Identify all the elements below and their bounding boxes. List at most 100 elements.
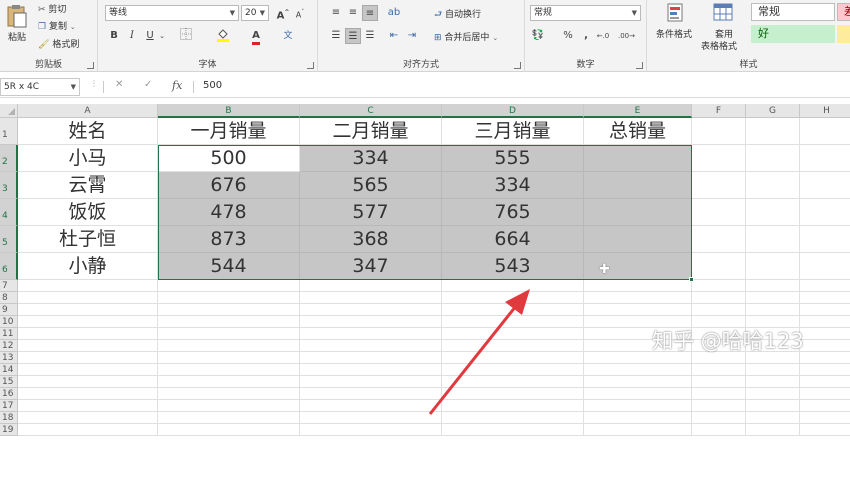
column-header-b[interactable]: B [158, 104, 300, 118]
cell-f1[interactable] [692, 118, 746, 145]
style-bad[interactable]: 差 [837, 3, 850, 21]
cell-b18[interactable] [158, 412, 300, 424]
cell-d19[interactable] [442, 424, 584, 436]
cell-h8[interactable] [800, 292, 850, 304]
cell-e5[interactable] [584, 226, 692, 253]
cell-h5[interactable] [800, 226, 850, 253]
column-header-a[interactable]: A [18, 104, 158, 118]
cell-h15[interactable] [800, 376, 850, 388]
cell-a2[interactable]: 小马 [18, 145, 158, 172]
cell-a12[interactable] [18, 340, 158, 352]
merge-center-button[interactable]: ⊞ 合并后居中 ⌄ [434, 30, 498, 43]
cell-b16[interactable] [158, 388, 300, 400]
cell-c16[interactable] [300, 388, 442, 400]
align-middle-button[interactable]: ≡ [345, 5, 361, 21]
cell-a14[interactable] [18, 364, 158, 376]
cell-h12[interactable] [800, 340, 850, 352]
cell-c5[interactable]: 368 [300, 226, 442, 253]
cell-h14[interactable] [800, 364, 850, 376]
cell-d3[interactable]: 334 [442, 172, 584, 199]
cell-a18[interactable] [18, 412, 158, 424]
row-header-10[interactable]: 10 [0, 316, 18, 328]
cell-b10[interactable] [158, 316, 300, 328]
cell-b5[interactable]: 873 [158, 226, 300, 253]
cell-c8[interactable] [300, 292, 442, 304]
more-options-icon[interactable]: ⋮ [90, 79, 98, 88]
cell-f16[interactable] [692, 388, 746, 400]
cell-d13[interactable] [442, 352, 584, 364]
cell-b8[interactable] [158, 292, 300, 304]
cell-g6[interactable] [746, 253, 800, 280]
cell-g2[interactable] [746, 145, 800, 172]
row-header-6[interactable]: 6 [0, 253, 18, 280]
column-header-f[interactable]: F [692, 104, 746, 118]
italic-button[interactable]: I [124, 28, 140, 44]
cell-c15[interactable] [300, 376, 442, 388]
cell-c18[interactable] [300, 412, 442, 424]
cell-d7[interactable] [442, 280, 584, 292]
cell-b12[interactable] [158, 340, 300, 352]
cell-c7[interactable] [300, 280, 442, 292]
row-header-17[interactable]: 17 [0, 400, 18, 412]
cell-g16[interactable] [746, 388, 800, 400]
orientation-button[interactable]: ab [386, 5, 402, 21]
number-format-select[interactable]: 常规 ▼ [530, 5, 641, 21]
underline-button[interactable]: U [142, 28, 158, 44]
cell-d15[interactable] [442, 376, 584, 388]
cell-c17[interactable] [300, 400, 442, 412]
cell-e17[interactable] [584, 400, 692, 412]
cell-c6[interactable]: 347 [300, 253, 442, 280]
align-left-button[interactable]: ☰ [328, 28, 344, 44]
format-painter-button[interactable]: 🖌 格式刷 [38, 37, 79, 50]
cell-h4[interactable] [800, 199, 850, 226]
column-header-d[interactable]: D [442, 104, 584, 118]
cell-b13[interactable] [158, 352, 300, 364]
cell-d8[interactable] [442, 292, 584, 304]
worksheet[interactable]: A B C D E F G H 1 姓名 一月销量 二月销量 三月销量 总销量 2 小马 500 334 555 3 云… [0, 104, 850, 481]
cell-a16[interactable] [18, 388, 158, 400]
row-header-13[interactable]: 13 [0, 352, 18, 364]
decrease-indent-button[interactable]: ⇤ [386, 28, 402, 44]
cell-e8[interactable] [584, 292, 692, 304]
column-header-h[interactable]: H [800, 104, 850, 118]
alignment-launcher-icon[interactable] [514, 62, 521, 69]
cell-c2[interactable]: 334 [300, 145, 442, 172]
borders-button[interactable] [178, 28, 194, 44]
cell-h16[interactable] [800, 388, 850, 400]
cell-a15[interactable] [18, 376, 158, 388]
cell-d4[interactable]: 765 [442, 199, 584, 226]
cell-b7[interactable] [158, 280, 300, 292]
cell-e7[interactable] [584, 280, 692, 292]
cell-g15[interactable] [746, 376, 800, 388]
cell-e19[interactable] [584, 424, 692, 436]
cell-c12[interactable] [300, 340, 442, 352]
cell-c14[interactable] [300, 364, 442, 376]
cell-h6[interactable] [800, 253, 850, 280]
row-header-9[interactable]: 9 [0, 304, 18, 316]
cell-d16[interactable] [442, 388, 584, 400]
cell-g7[interactable] [746, 280, 800, 292]
cell-c13[interactable] [300, 352, 442, 364]
cell-g18[interactable] [746, 412, 800, 424]
cell-b14[interactable] [158, 364, 300, 376]
cell-f14[interactable] [692, 364, 746, 376]
cell-e15[interactable] [584, 376, 692, 388]
cell-h9[interactable] [800, 304, 850, 316]
row-header-5[interactable]: 5 [0, 226, 18, 253]
cell-d1[interactable]: 三月销量 [442, 118, 584, 145]
cell-a13[interactable] [18, 352, 158, 364]
cell-g8[interactable] [746, 292, 800, 304]
cell-e2[interactable] [584, 145, 692, 172]
fill-handle[interactable] [689, 277, 694, 282]
cell-h17[interactable] [800, 400, 850, 412]
row-header-18[interactable]: 18 [0, 412, 18, 424]
cell-d11[interactable] [442, 328, 584, 340]
cell-c3[interactable]: 565 [300, 172, 442, 199]
cell-h11[interactable] [800, 328, 850, 340]
paste-button[interactable]: 粘贴 [6, 4, 30, 46]
cell-e14[interactable] [584, 364, 692, 376]
copy-button[interactable]: ❐ 复制 ⌄ [38, 19, 76, 32]
cell-f3[interactable] [692, 172, 746, 199]
align-right-button[interactable]: ☰ [362, 28, 378, 44]
cell-g9[interactable] [746, 304, 800, 316]
